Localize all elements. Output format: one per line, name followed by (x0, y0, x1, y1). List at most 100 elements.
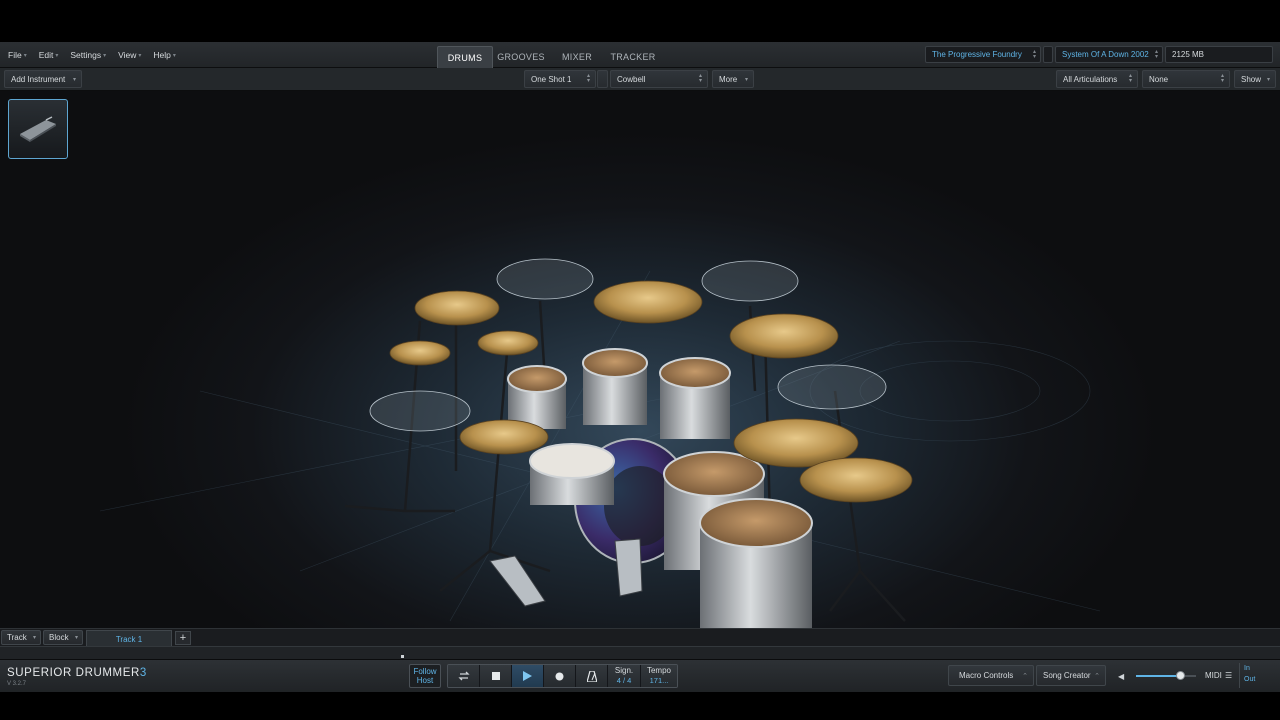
articulations-value: All Articulations (1063, 74, 1118, 84)
menu-edit-label: Edit (38, 50, 54, 60)
macro-controls-button[interactable]: Macro Controls ⌃ (948, 665, 1034, 686)
menu-edit[interactable]: Edit ▾ (39, 50, 59, 60)
chevron-up-icon: ⌃ (1094, 672, 1100, 680)
midi-out-label: Out (1244, 676, 1256, 683)
menu-bar: File ▾ Edit ▾ Settings ▾ View ▾ Help ▾ DRUMS … (0, 42, 1280, 68)
stop-button[interactable] (480, 665, 512, 687)
one-shot-select[interactable]: One Shot 1 ▴ ▾ (524, 70, 596, 88)
add-track-button[interactable]: + (175, 631, 191, 645)
show-button[interactable]: Show ▾ (1234, 70, 1276, 88)
chevron-down-icon: ▾ (23, 52, 27, 59)
speaker-icon: ◀ (1118, 672, 1125, 681)
play-icon (523, 671, 532, 681)
loop-button[interactable] (448, 665, 480, 687)
tab-mixer[interactable]: MIXER (549, 46, 605, 68)
menu-help-label: Help (153, 50, 171, 60)
master-volume-fill (1136, 675, 1181, 677)
none-select[interactable]: None ▴ ▾ (1142, 70, 1230, 88)
menu-help[interactable]: Help ▾ (153, 50, 176, 60)
macro-controls-label: Macro Controls (959, 671, 1014, 680)
app-version: V 3.2.7 (7, 681, 27, 687)
chevron-down-icon: ▾ (32, 635, 36, 641)
menu-file[interactable]: File ▾ (8, 50, 27, 60)
drum-kit-illustration (99, 258, 1101, 628)
midi-menu-icon[interactable]: ☰ (1225, 671, 1232, 680)
more-label: More (719, 74, 738, 84)
transport-controls: Sign. 4 / 4 Tempo 171... (447, 664, 678, 688)
playhead-marker[interactable] (401, 655, 404, 658)
master-volume-slider[interactable] (1136, 671, 1196, 680)
follow-host-button[interactable]: Follow Host (409, 664, 441, 688)
memory-usage: 2125 MB (1165, 46, 1273, 63)
follow-host-line2: Host (416, 676, 434, 685)
follow-host-line1: Follow (413, 667, 437, 676)
record-icon (555, 672, 564, 680)
chevron-down-icon: ▾ (138, 52, 142, 59)
library-favorite-button[interactable] (1043, 46, 1053, 63)
chevron-down-icon: ▾ (72, 76, 76, 83)
midi-label: MIDI (1205, 671, 1222, 680)
chevron-down-icon: ▾ (74, 635, 78, 641)
track-tab-1[interactable]: Track 1 (86, 630, 172, 647)
song-creator-label: Song Creator (1043, 671, 1091, 680)
chevron-up-icon: ⌃ (1022, 672, 1028, 680)
spin-arrows-icon: ▴ ▾ (1032, 48, 1036, 60)
spin-arrows-icon: ▴ ▾ (698, 73, 702, 84)
block-menu-button[interactable]: Block ▾ (43, 630, 83, 645)
chevron-down-icon: ▾ (1266, 76, 1270, 83)
library-select-value: The Progressive Foundry (932, 50, 1022, 59)
chevron-down-icon: ▾ (103, 52, 107, 59)
track-menu-button[interactable]: Track ▾ (1, 630, 41, 645)
instrument-toolbar: Add Instrument ▾ One Shot 1 ▴ ▾ Cowbell ▴… (0, 68, 1280, 91)
drum-kit-stage[interactable] (0, 91, 1280, 628)
tab-tracker[interactable]: TRACKER (605, 46, 661, 68)
menu-file-label: File (8, 50, 22, 60)
plus-icon: + (179, 632, 187, 644)
main-menu: File ▾ Edit ▾ Settings ▾ View ▾ Help ▾ (8, 50, 188, 60)
app-logo: SUPERIOR DRUMMER3 (7, 667, 147, 679)
menu-settings-label: Settings (70, 50, 102, 60)
time-signature[interactable]: Sign. 4 / 4 (608, 665, 641, 687)
tab-drums[interactable]: DRUMS (437, 46, 493, 68)
menu-view-label: View (118, 50, 137, 60)
timeline[interactable] (0, 646, 1280, 660)
instrument-select[interactable]: Cowbell ▴ ▾ (610, 70, 708, 88)
memory-usage-value: 2125 MB (1172, 50, 1205, 59)
one-shot-value: One Shot 1 (531, 74, 572, 84)
one-shot-link-button[interactable] (597, 70, 608, 88)
chevron-down-icon: ▾ (744, 76, 748, 83)
tempo-value: 171... (649, 676, 669, 685)
main-tabs: DRUMS GROOVES MIXER TRACKER (437, 46, 661, 68)
none-value: None (1149, 74, 1169, 84)
logo-text: SUPERIOR DRUMMER (7, 667, 140, 679)
instrument-select-value: Cowbell (617, 74, 646, 84)
time-signature-value: 4 / 4 (616, 676, 632, 685)
master-volume-knob[interactable] (1176, 671, 1185, 680)
tempo[interactable]: Tempo 171... (641, 665, 677, 687)
song-creator-button[interactable]: Song Creator ⌃ (1036, 665, 1106, 686)
time-signature-label: Sign. (614, 666, 634, 675)
chevron-down-icon: ▾ (172, 52, 176, 59)
midi-in-label: In (1244, 665, 1250, 672)
play-button[interactable] (512, 665, 544, 687)
spin-arrows-icon: ▴ ▾ (1154, 48, 1158, 60)
record-button[interactable] (544, 665, 576, 687)
metronome-button[interactable] (576, 665, 608, 687)
add-instrument-button[interactable]: Add Instrument ▾ (4, 70, 82, 88)
articulations-select[interactable]: All Articulations ▴ ▾ (1056, 70, 1138, 88)
tempo-label: Tempo (646, 666, 671, 675)
loop-icon (457, 671, 470, 681)
stop-icon (491, 672, 500, 680)
show-label: Show (1241, 74, 1262, 84)
preset-select[interactable]: System Of A Down 2002 ▴ ▾ (1055, 46, 1163, 63)
more-button[interactable]: More ▾ (712, 70, 754, 88)
midi-in-out-indicator: In Out (1239, 663, 1267, 688)
tab-grooves[interactable]: GROOVES (493, 46, 549, 68)
metronome-icon (586, 670, 597, 682)
library-select[interactable]: The Progressive Foundry ▴ ▾ (925, 46, 1041, 63)
menu-view[interactable]: View ▾ (118, 50, 141, 60)
track-menu-label: Track (7, 633, 27, 642)
preset-select-value: System Of A Down 2002 (1062, 50, 1149, 59)
add-instrument-label: Add Instrument (11, 74, 66, 84)
menu-settings[interactable]: Settings ▾ (70, 50, 106, 60)
